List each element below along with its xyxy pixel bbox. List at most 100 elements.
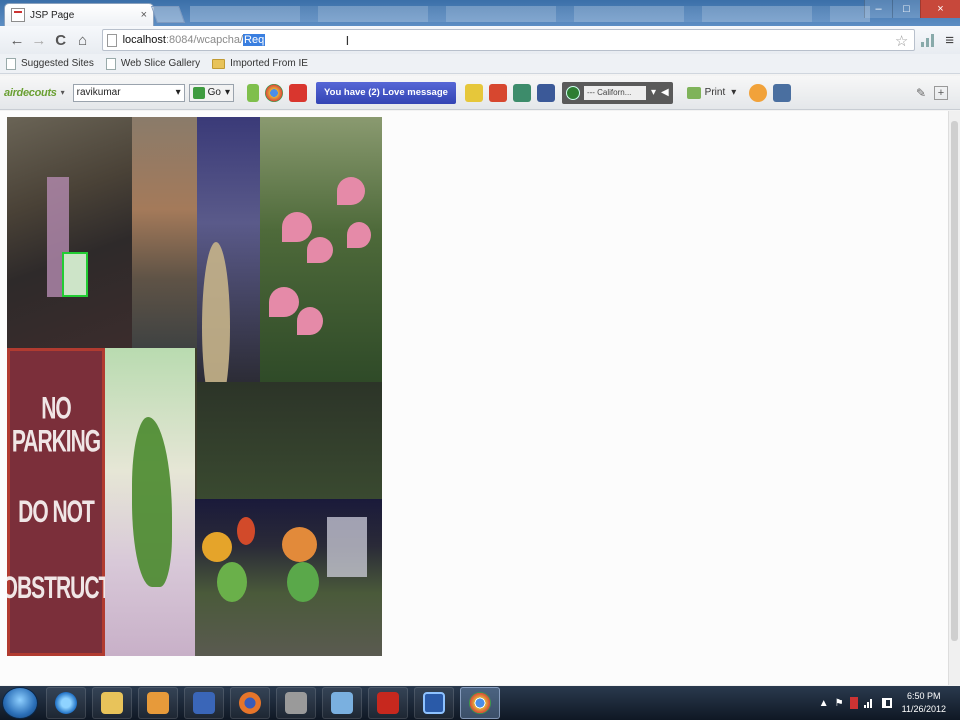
- security-icon[interactable]: [849, 697, 858, 709]
- captcha-fruit: [202, 532, 232, 562]
- taskbar-acrobat[interactable]: [368, 687, 408, 719]
- go-button[interactable]: Go ▾: [188, 83, 235, 102]
- volume-icon[interactable]: [881, 698, 892, 708]
- add-icon[interactable]: +: [934, 85, 948, 100]
- url-host: localhost: [122, 34, 166, 46]
- page-stats-icon[interactable]: [921, 33, 937, 47]
- taskbar-virtualbox[interactable]: [322, 687, 362, 719]
- background-window-tabs: [190, 6, 870, 22]
- bookmark-suggested-sites[interactable]: Suggested Sites: [6, 57, 94, 70]
- captcha-statue: [327, 517, 367, 577]
- taskbar-tools[interactable]: [276, 687, 316, 719]
- taskbar-media-player[interactable]: [138, 687, 178, 719]
- bookmark-star-icon[interactable]: ☆: [895, 32, 908, 50]
- username-dropdown[interactable]: ravikumar ▾: [72, 83, 185, 102]
- bookmark-label: Suggested Sites: [21, 58, 94, 69]
- go-label: Go: [207, 87, 221, 98]
- wrench-icon[interactable]: ✎: [916, 86, 926, 100]
- scrollbar-thumb[interactable]: [951, 121, 958, 641]
- windows-taskbar: ▲ ⚑ 6:50 PM 11/26/2012: [0, 686, 960, 720]
- pdf-icon: [377, 692, 399, 714]
- back-button[interactable]: ←: [6, 29, 28, 51]
- clock-date: 11/26/2012: [901, 704, 946, 714]
- captcha-flower: [347, 222, 371, 248]
- popup-blocker-icon[interactable]: [289, 83, 308, 102]
- taskbar-chrome[interactable]: [460, 687, 500, 719]
- youtube-icon[interactable]: [488, 83, 507, 102]
- folder-icon: [101, 692, 123, 714]
- print-button[interactable]: Print ▾: [686, 86, 737, 99]
- address-bar[interactable]: localhost:8084/wcapcha/Req I ☆: [101, 29, 916, 51]
- minimize-button[interactable]: –: [864, 0, 892, 18]
- captcha-fruit: [237, 517, 255, 545]
- search-go-icon: [192, 86, 205, 99]
- bookmark-web-slice-gallery[interactable]: Web Slice Gallery: [105, 57, 201, 70]
- lock-icon[interactable]: [773, 83, 792, 102]
- tab-title: JSP Page: [30, 9, 75, 21]
- chrome-menu-icon[interactable]: ≡: [945, 32, 954, 49]
- taskbar-explorer[interactable]: [92, 687, 132, 719]
- tab-jsp-page[interactable]: JSP Page ×: [4, 3, 154, 26]
- captcha-flower: [282, 212, 312, 242]
- toolbar-logo[interactable]: airdecouts: [4, 87, 57, 99]
- new-tab-button[interactable]: [150, 6, 186, 23]
- page-icon: [106, 33, 117, 47]
- taskbar-netbeans[interactable]: [414, 687, 454, 719]
- captcha-tile-dark: [197, 382, 382, 502]
- taskbar-clock[interactable]: 6:50 PM 11/26/2012: [902, 690, 946, 716]
- chevron-down-icon: ▾: [225, 87, 231, 98]
- captcha-flower: [269, 287, 299, 317]
- start-button[interactable]: [2, 687, 38, 719]
- captcha-tile-building: [7, 117, 132, 348]
- captcha-tile-tiger: [132, 117, 202, 348]
- extension-toolbar: airdecouts ▾ ravikumar ▾ Go ▾ You have (…: [0, 76, 960, 110]
- tab-close-icon[interactable]: ×: [141, 9, 147, 21]
- system-tray: ▲ ⚑ 6:50 PM 11/26/2012: [819, 686, 960, 720]
- chevron-down-icon: ▾: [731, 87, 737, 98]
- weather-icon[interactable]: [749, 83, 768, 102]
- maximize-button[interactable]: □: [892, 0, 920, 18]
- window-controls: – □ ×: [864, 0, 960, 18]
- bookmark-imported-from-ie[interactable]: Imported From IE: [212, 58, 308, 69]
- cube-icon: [331, 692, 353, 714]
- printer-icon: [686, 86, 701, 99]
- sign-line-2: DO NOT: [18, 494, 95, 530]
- chrome-icon[interactable]: [265, 83, 284, 102]
- captcha-fruit: [282, 527, 317, 562]
- radio-station[interactable]: --- Californ...: [583, 85, 646, 100]
- network-icon[interactable]: [863, 698, 876, 708]
- games-icon[interactable]: [512, 83, 531, 102]
- text-cursor-icon: I: [345, 33, 350, 48]
- taskbar-word[interactable]: [184, 687, 224, 719]
- home-button[interactable]: ⌂: [72, 29, 94, 51]
- word-icon: [193, 692, 215, 714]
- sign-line-3: OBSTRUCT: [7, 570, 111, 605]
- reload-button[interactable]: C: [50, 29, 72, 51]
- smiley-icon[interactable]: [464, 83, 483, 102]
- captcha-no-parking-sign: NO PARKING DO NOT OBSTRUCT: [7, 348, 111, 656]
- facebook-icon[interactable]: [536, 83, 555, 102]
- forward-button[interactable]: →: [28, 29, 50, 51]
- chrome-icon: [469, 692, 491, 714]
- page-favicon-icon: [11, 8, 25, 22]
- taskbar-firefox[interactable]: [230, 687, 270, 719]
- tools-icon: [285, 692, 307, 714]
- chevron-down-icon: ▾: [175, 87, 181, 98]
- browser-tabstrip: JSP Page × – □ ×: [0, 0, 960, 26]
- volume-icon[interactable]: ◀: [661, 87, 669, 98]
- clock-time: 6:50 PM: [907, 691, 941, 701]
- radio-player[interactable]: --- Californ... ▾ ◀: [561, 81, 673, 104]
- chevron-down-icon[interactable]: ▾: [651, 87, 656, 98]
- love-message-button[interactable]: You have (2) Love message: [316, 81, 456, 104]
- print-label: Print: [704, 87, 726, 98]
- bookmark-label: Web Slice Gallery: [120, 58, 201, 69]
- taskbar-internet-explorer[interactable]: [46, 687, 86, 719]
- action-center-flag-icon[interactable]: ⚑: [835, 698, 844, 709]
- captcha-flower: [337, 177, 365, 205]
- show-hidden-icons-icon[interactable]: ▲: [819, 698, 829, 709]
- chevron-down-icon[interactable]: ▾: [61, 88, 65, 97]
- bookmark-icon[interactable]: [247, 83, 260, 102]
- vertical-scrollbar[interactable]: [948, 111, 960, 685]
- close-window-button[interactable]: ×: [920, 0, 960, 18]
- play-icon[interactable]: [565, 85, 580, 100]
